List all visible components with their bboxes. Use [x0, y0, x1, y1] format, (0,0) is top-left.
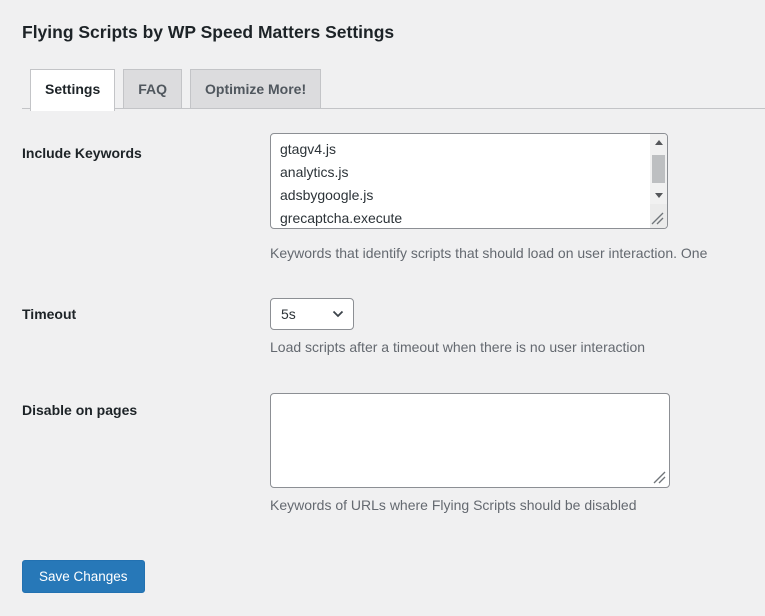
include-keywords-value: gtagv4.js analytics.js adsbygoogle.js gr… — [280, 141, 403, 226]
scroll-down-icon[interactable] — [650, 187, 667, 204]
include-keywords-help: Keywords that identify scripts that shou… — [270, 245, 708, 261]
disable-on-pages-textarea[interactable] — [270, 393, 670, 488]
timeout-select[interactable]: 5s — [270, 298, 354, 330]
chevron-down-icon — [332, 310, 344, 318]
resize-grip-icon[interactable] — [651, 212, 664, 225]
disable-on-pages-help: Keywords of URLs where Flying Scripts sh… — [270, 497, 637, 513]
settings-page: Flying Scripts by WP Speed Matters Setti… — [0, 0, 765, 616]
tab-optimize-more-label: Optimize More! — [205, 81, 307, 97]
disable-on-pages-row: Disable on pages Keywords of URLs where … — [22, 393, 765, 514]
save-changes-button[interactable]: Save Changes — [22, 560, 145, 593]
include-keywords-textarea[interactable]: gtagv4.js analytics.js adsbygoogle.js gr… — [270, 133, 668, 229]
tab-settings-label: Settings — [45, 81, 101, 97]
tab-bar: Settings FAQ Optimize More! — [22, 69, 765, 111]
include-keywords-row: Include Keywords gtagv4.js analytics.js … — [22, 133, 765, 262]
resize-grip-icon[interactable] — [653, 471, 666, 484]
include-keywords-label: Include Keywords — [22, 145, 142, 161]
scroll-up-icon[interactable] — [650, 134, 667, 151]
disable-on-pages-label: Disable on pages — [22, 402, 138, 418]
timeout-row: Timeout 5s Load scripts after a timeout … — [22, 298, 765, 356]
textarea-scrollbar[interactable] — [650, 134, 667, 204]
timeout-selected-value: 5s — [281, 306, 296, 322]
tab-optimize-more[interactable]: Optimize More! — [190, 69, 322, 109]
disable-on-pages-value — [271, 394, 669, 487]
scrollbar-thumb[interactable] — [652, 155, 665, 183]
tab-faq[interactable]: FAQ — [123, 69, 183, 109]
timeout-help: Load scripts after a timeout when there … — [270, 339, 646, 355]
tab-settings[interactable]: Settings — [30, 69, 116, 111]
page-title: Flying Scripts by WP Speed Matters Setti… — [22, 22, 395, 42]
tab-faq-label: FAQ — [138, 81, 168, 97]
timeout-label: Timeout — [22, 306, 77, 322]
